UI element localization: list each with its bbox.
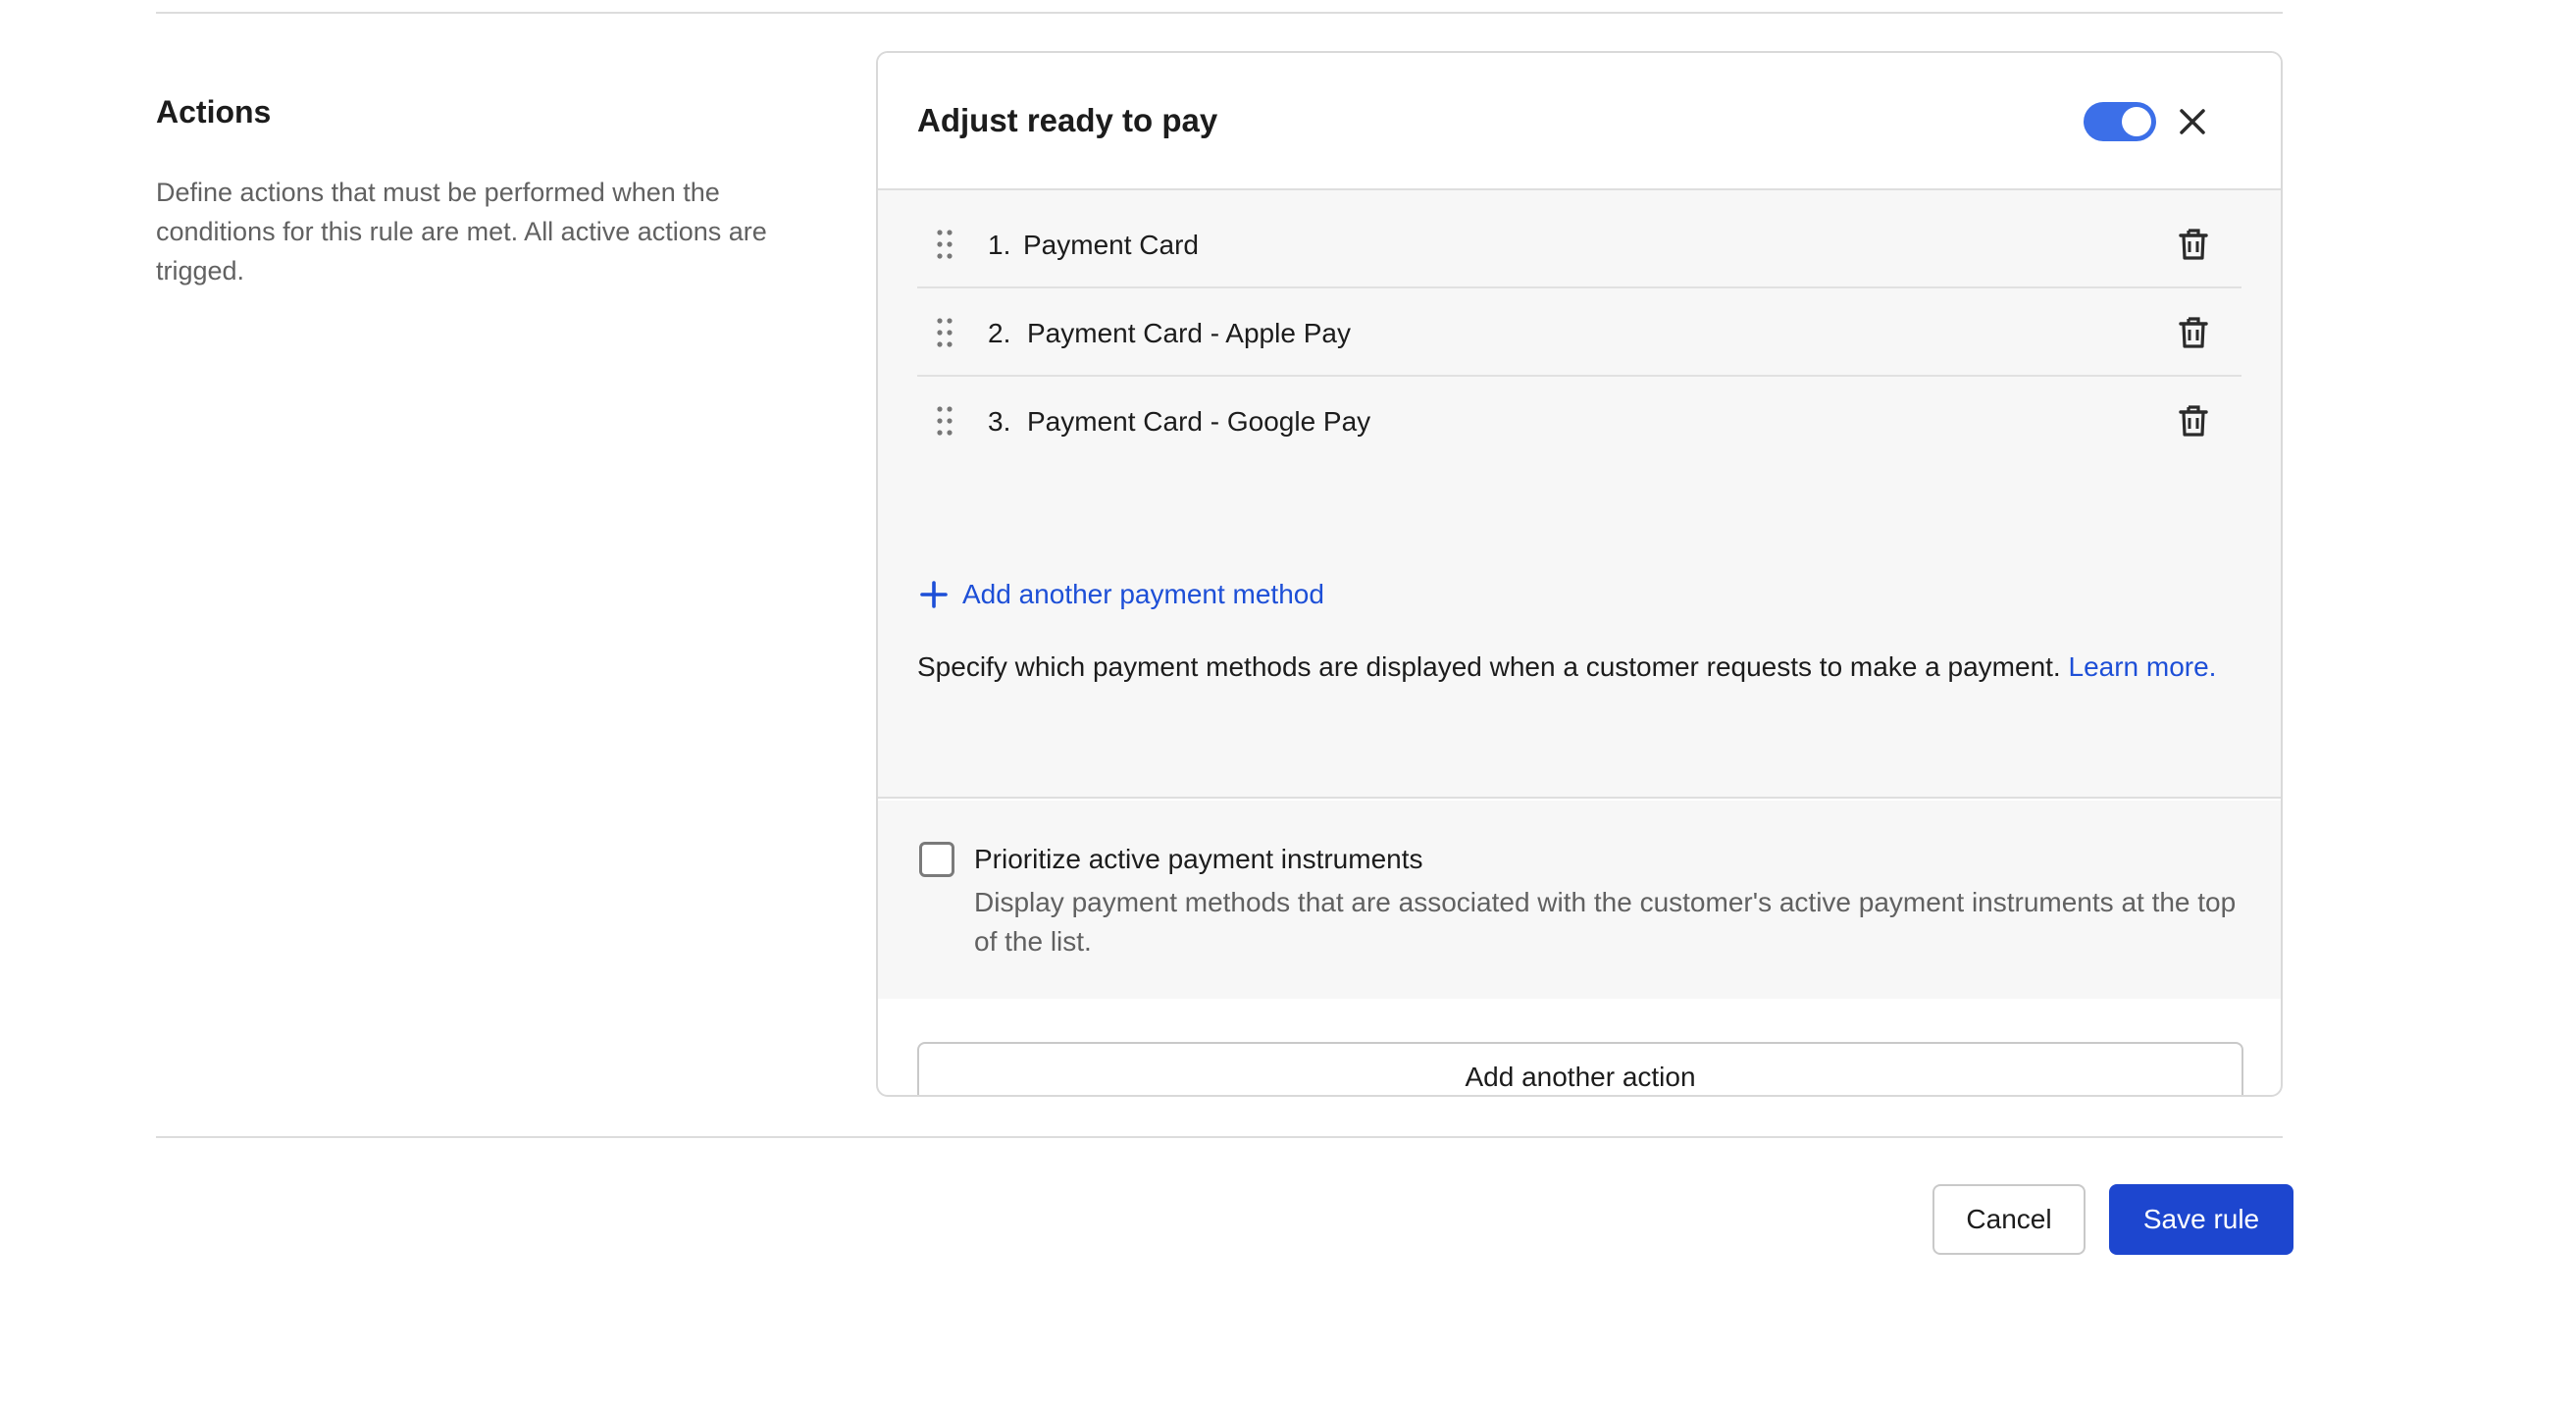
close-icon	[2180, 109, 2205, 134]
payment-method-number: 1.	[988, 230, 1011, 260]
help-text: Specify which payment methods are displa…	[917, 651, 2061, 682]
top-divider	[156, 12, 2283, 14]
payment-method-row: 1. Payment Card	[917, 200, 2241, 288]
payment-method-number: 2.	[988, 318, 1011, 348]
trash-icon	[2179, 229, 2208, 260]
drag-handle-icon[interactable]	[935, 316, 954, 349]
payment-methods-panel: 1. Payment Card 2. Payment Card - Apple …	[878, 190, 2281, 799]
prioritize-label: Prioritize active payment instruments	[974, 844, 1423, 874]
prioritize-checkbox[interactable]	[919, 842, 954, 877]
drag-handle-icon[interactable]	[935, 228, 954, 261]
payment-method-name: Payment Card - Apple Pay	[1027, 318, 1351, 348]
close-action-button[interactable]	[2175, 104, 2210, 139]
rule-editor-page: Actions Define actions that must be perf…	[0, 0, 2576, 1401]
add-payment-method-link[interactable]: Add another payment method	[919, 575, 1324, 614]
action-title: Adjust ready to pay	[917, 102, 1218, 138]
prioritize-description: Display payment methods that are associa…	[974, 887, 2237, 957]
add-action-button[interactable]: Add another action	[917, 1042, 2243, 1095]
drag-handle-icon[interactable]	[935, 404, 954, 438]
delete-method-button[interactable]	[2176, 314, 2211, 351]
bottom-divider	[156, 1136, 2283, 1138]
payment-method-name: Payment Card - Google Pay	[1027, 406, 1371, 437]
plus-icon	[920, 581, 948, 608]
save-rule-button[interactable]: Save rule	[2109, 1184, 2293, 1255]
payment-method-number: 3.	[988, 406, 1011, 437]
cancel-button[interactable]: Cancel	[1932, 1184, 2086, 1255]
action-card-header: Adjust ready to pay	[878, 53, 2281, 190]
action-enabled-toggle[interactable]	[2084, 102, 2156, 141]
payment-methods-help: Specify which payment methods are displa…	[917, 648, 2232, 687]
trash-icon	[2179, 405, 2208, 437]
payment-method-row: 2. Payment Card - Apple Pay	[917, 288, 2241, 377]
toggle-knob	[2122, 107, 2151, 136]
learn-more-link[interactable]: Learn more.	[2069, 651, 2217, 682]
section-description: Define actions that must be performed wh…	[156, 178, 767, 285]
delete-method-button[interactable]	[2176, 402, 2211, 440]
prioritize-panel: Prioritize active payment instruments Di…	[878, 801, 2281, 999]
section-title: Actions	[156, 94, 272, 130]
action-card: Adjust ready to pay 1. Payment Card 2. P…	[876, 51, 2283, 1097]
payment-method-row: 3. Payment Card - Google Pay	[917, 377, 2241, 465]
trash-icon	[2179, 317, 2208, 348]
add-payment-method-label: Add another payment method	[962, 579, 1324, 609]
delete-method-button[interactable]	[2176, 226, 2211, 263]
payment-method-name: Payment Card	[1023, 230, 1199, 260]
